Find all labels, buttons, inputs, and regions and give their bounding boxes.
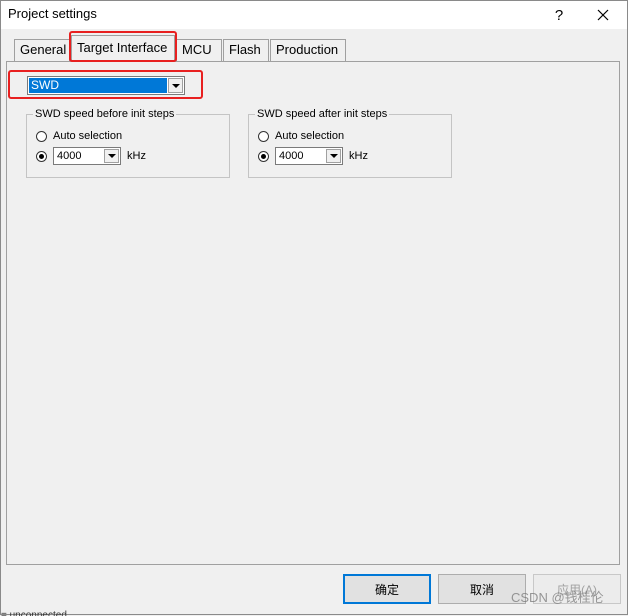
- tab-target-interface-label: Target Interface: [77, 40, 168, 55]
- help-icon: ?: [554, 6, 564, 24]
- speed-before-auto-label: Auto selection: [53, 130, 123, 142]
- speed-before-title: SWD speed before init steps: [33, 107, 177, 121]
- interface-select[interactable]: SWD: [27, 76, 185, 95]
- speed-before-value: 4000: [57, 150, 82, 162]
- speed-after-auto-radio[interactable]: [258, 130, 269, 142]
- speed-before-auto-option[interactable]: Auto selection: [36, 128, 122, 144]
- speed-before-group: SWD speed before init steps Auto selecti…: [26, 107, 230, 178]
- tab-mcu-label: MCU: [182, 42, 212, 57]
- speed-after-dropdown[interactable]: [326, 149, 341, 163]
- speed-after-title: SWD speed after init steps: [255, 107, 390, 121]
- speed-after-auto-option[interactable]: Auto selection: [258, 128, 344, 144]
- tab-general-label: General: [20, 42, 67, 57]
- project-settings-dialog: Project settings ? General Target Interf…: [0, 0, 628, 616]
- interface-select-dropdown[interactable]: [168, 78, 183, 93]
- speed-after-manual-option[interactable]: 4000 kHz: [258, 147, 368, 165]
- close-icon: [597, 9, 609, 21]
- tab-flash[interactable]: Flash: [223, 39, 269, 61]
- speed-after-group: SWD speed after init steps Auto selectio…: [248, 107, 452, 178]
- speed-after-value: 4000: [279, 150, 304, 162]
- tab-flash-label: Flash: [229, 42, 261, 57]
- chevron-down-icon: [171, 83, 180, 88]
- help-button[interactable]: ?: [541, 1, 577, 29]
- chevron-down-icon: [329, 154, 338, 158]
- ok-button[interactable]: 确定: [343, 574, 431, 604]
- tab-general[interactable]: General: [14, 39, 70, 61]
- speed-before-unit: kHz: [127, 150, 146, 162]
- apply-button[interactable]: 应用(A): [533, 574, 621, 604]
- cancel-button[interactable]: 取消: [438, 574, 526, 604]
- speed-after-manual-radio[interactable]: [258, 150, 269, 162]
- tab-mcu[interactable]: MCU: [176, 39, 222, 61]
- chevron-down-icon: [107, 154, 116, 158]
- speed-before-combo[interactable]: 4000: [53, 147, 121, 165]
- window-title: Project settings: [8, 6, 97, 21]
- tab-production-label: Production: [276, 42, 339, 57]
- title-bar: Project settings ?: [1, 1, 627, 29]
- speed-before-dropdown[interactable]: [104, 149, 119, 163]
- speed-after-combo[interactable]: 4000: [275, 147, 343, 165]
- speed-before-manual-radio[interactable]: [36, 150, 47, 162]
- speed-after-unit: kHz: [349, 150, 368, 162]
- close-button[interactable]: [585, 1, 621, 29]
- background-window-text: = unconnected: [1, 610, 67, 616]
- speed-before-auto-radio[interactable]: [36, 130, 47, 142]
- interface-select-value: SWD: [29, 78, 167, 93]
- tab-target-interface[interactable]: Target Interface: [71, 35, 175, 62]
- tab-production[interactable]: Production: [270, 39, 346, 61]
- speed-before-manual-option[interactable]: 4000 kHz: [36, 147, 146, 165]
- speed-after-auto-label: Auto selection: [275, 130, 345, 142]
